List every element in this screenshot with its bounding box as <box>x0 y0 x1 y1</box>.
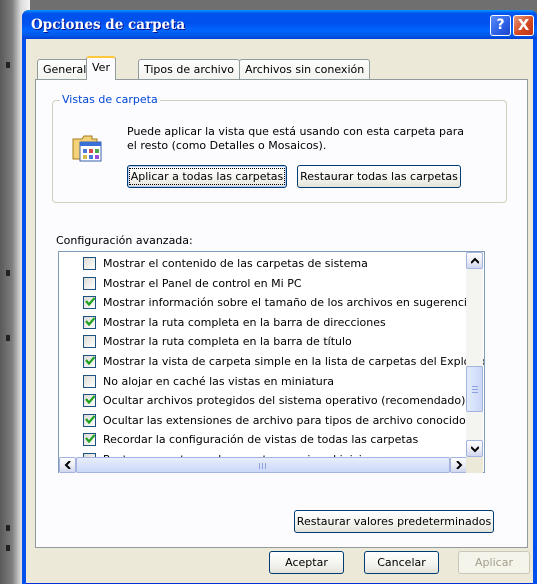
folder-view-icon <box>72 135 102 162</box>
checkmark-icon <box>85 297 95 307</box>
advanced-settings-label: Configuración avanzada: <box>56 234 193 247</box>
backdrop-fragment <box>6 545 10 551</box>
chevron-up-icon <box>471 257 479 264</box>
tab-archivos-sin-conexion[interactable]: Archivos sin conexión <box>239 59 371 79</box>
checkmark-icon <box>85 434 95 444</box>
scroll-corner <box>466 457 483 473</box>
scroll-grip <box>265 463 266 469</box>
reset-all-folders-button[interactable]: Restaurar todas las carpetas <box>297 165 461 188</box>
advanced-setting-checkbox[interactable] <box>83 335 96 349</box>
scroll-grip <box>472 389 478 390</box>
advanced-setting-label: No alojar en caché las vistas en miniatu… <box>103 374 335 388</box>
scroll-grip <box>472 392 478 393</box>
advanced-setting-checkbox[interactable] <box>83 276 96 290</box>
advanced-setting-checkbox[interactable] <box>83 257 96 270</box>
checkmark-icon <box>85 395 95 405</box>
advanced-setting-label: Mostrar la ruta completa en la barra de … <box>103 335 352 349</box>
chevron-down-icon <box>471 446 479 453</box>
cancel-button[interactable]: Cancelar <box>364 551 439 574</box>
tab-tipos-de-archivo[interactable]: Tipos de archivo <box>138 59 240 79</box>
advanced-setting-label: Mostrar la vista de carpeta simple en la… <box>103 355 485 368</box>
scroll-grip <box>472 386 478 387</box>
horizontal-scroll-thumb[interactable] <box>76 457 450 473</box>
advanced-setting-label: Mostrar el Panel de control en Mi PC <box>103 276 302 290</box>
scroll-down-button[interactable] <box>466 440 483 457</box>
tab-panel-ver: Vistas de carpeta Puede aplicar la vista… <box>35 79 528 548</box>
folder-views-description: Puede aplicar la vista que está usando c… <box>127 125 464 152</box>
advanced-setting-label: Mostrar el contenido de las carpetas de … <box>103 257 368 270</box>
backdrop-fragment <box>6 525 10 531</box>
window-border-left <box>22 39 26 584</box>
vertical-scroll-thumb[interactable] <box>466 366 483 412</box>
vertical-scrollbar[interactable] <box>466 252 483 457</box>
folder-views-legend: Vistas de carpeta <box>60 93 160 106</box>
backdrop-fragment <box>6 335 10 341</box>
tab-ver[interactable]: Ver <box>86 56 116 80</box>
chevron-right-icon <box>456 461 463 469</box>
scroll-left-button[interactable] <box>59 457 76 473</box>
scroll-up-button[interactable] <box>466 252 483 269</box>
scroll-grip <box>259 463 260 469</box>
advanced-setting-checkbox[interactable] <box>83 374 96 388</box>
window-title: Opciones de carpeta <box>31 17 186 33</box>
restore-defaults-button[interactable]: Restaurar valores predeterminados <box>294 510 494 533</box>
advanced-setting-label: Ocultar archivos protegidos del sistema … <box>103 394 466 408</box>
apply-to-all-folders-button[interactable]: Aplicar a todas las carpetas <box>127 165 287 188</box>
backdrop-fragment <box>6 62 10 68</box>
advanced-setting-label: Mostrar información sobre el tamaño de l… <box>103 296 480 310</box>
advanced-setting-checkbox[interactable] <box>83 413 96 427</box>
folder-options-dialog: Opciones de carpeta ? X General Ver Tipo… <box>22 10 537 584</box>
window-border-right <box>533 39 537 584</box>
advanced-setting-checkbox[interactable] <box>83 433 96 447</box>
advanced-settings-list[interactable]: Mostrar el contenido de las carpetas de … <box>58 251 485 473</box>
advanced-setting-label: Ocultar las extensiones de archivo para … <box>103 413 472 427</box>
scroll-right-button[interactable] <box>450 457 467 473</box>
apply-to-all-folders-label: Aplicar a todas las carpetas <box>128 168 286 185</box>
tab-general[interactable]: General <box>37 59 93 79</box>
checkmark-icon <box>85 317 95 326</box>
backdrop-fragment <box>6 270 10 276</box>
folder-views-group: Vistas de carpeta Puede aplicar la vista… <box>52 93 507 203</box>
apply-button[interactable]: Aplicar <box>458 551 530 574</box>
checkmark-icon <box>85 415 95 424</box>
checkmark-icon <box>85 356 95 366</box>
advanced-setting-checkbox[interactable] <box>83 394 96 408</box>
chevron-left-icon <box>64 461 71 469</box>
advanced-setting-checkbox[interactable] <box>83 315 96 329</box>
ok-button[interactable]: Aceptar <box>269 551 344 574</box>
advanced-setting-checkbox[interactable] <box>83 355 96 368</box>
horizontal-scrollbar[interactable] <box>59 457 467 473</box>
help-button[interactable]: ? <box>490 15 511 36</box>
close-button[interactable]: X <box>513 15 534 36</box>
title-bar[interactable]: Opciones de carpeta ? X <box>22 10 537 39</box>
advanced-setting-checkbox[interactable] <box>83 296 96 310</box>
scroll-grip <box>262 463 263 469</box>
advanced-setting-label: Mostrar la ruta completa en la barra de … <box>103 315 386 329</box>
advanced-setting-label: Recordar la configuración de vistas de t… <box>103 433 419 447</box>
